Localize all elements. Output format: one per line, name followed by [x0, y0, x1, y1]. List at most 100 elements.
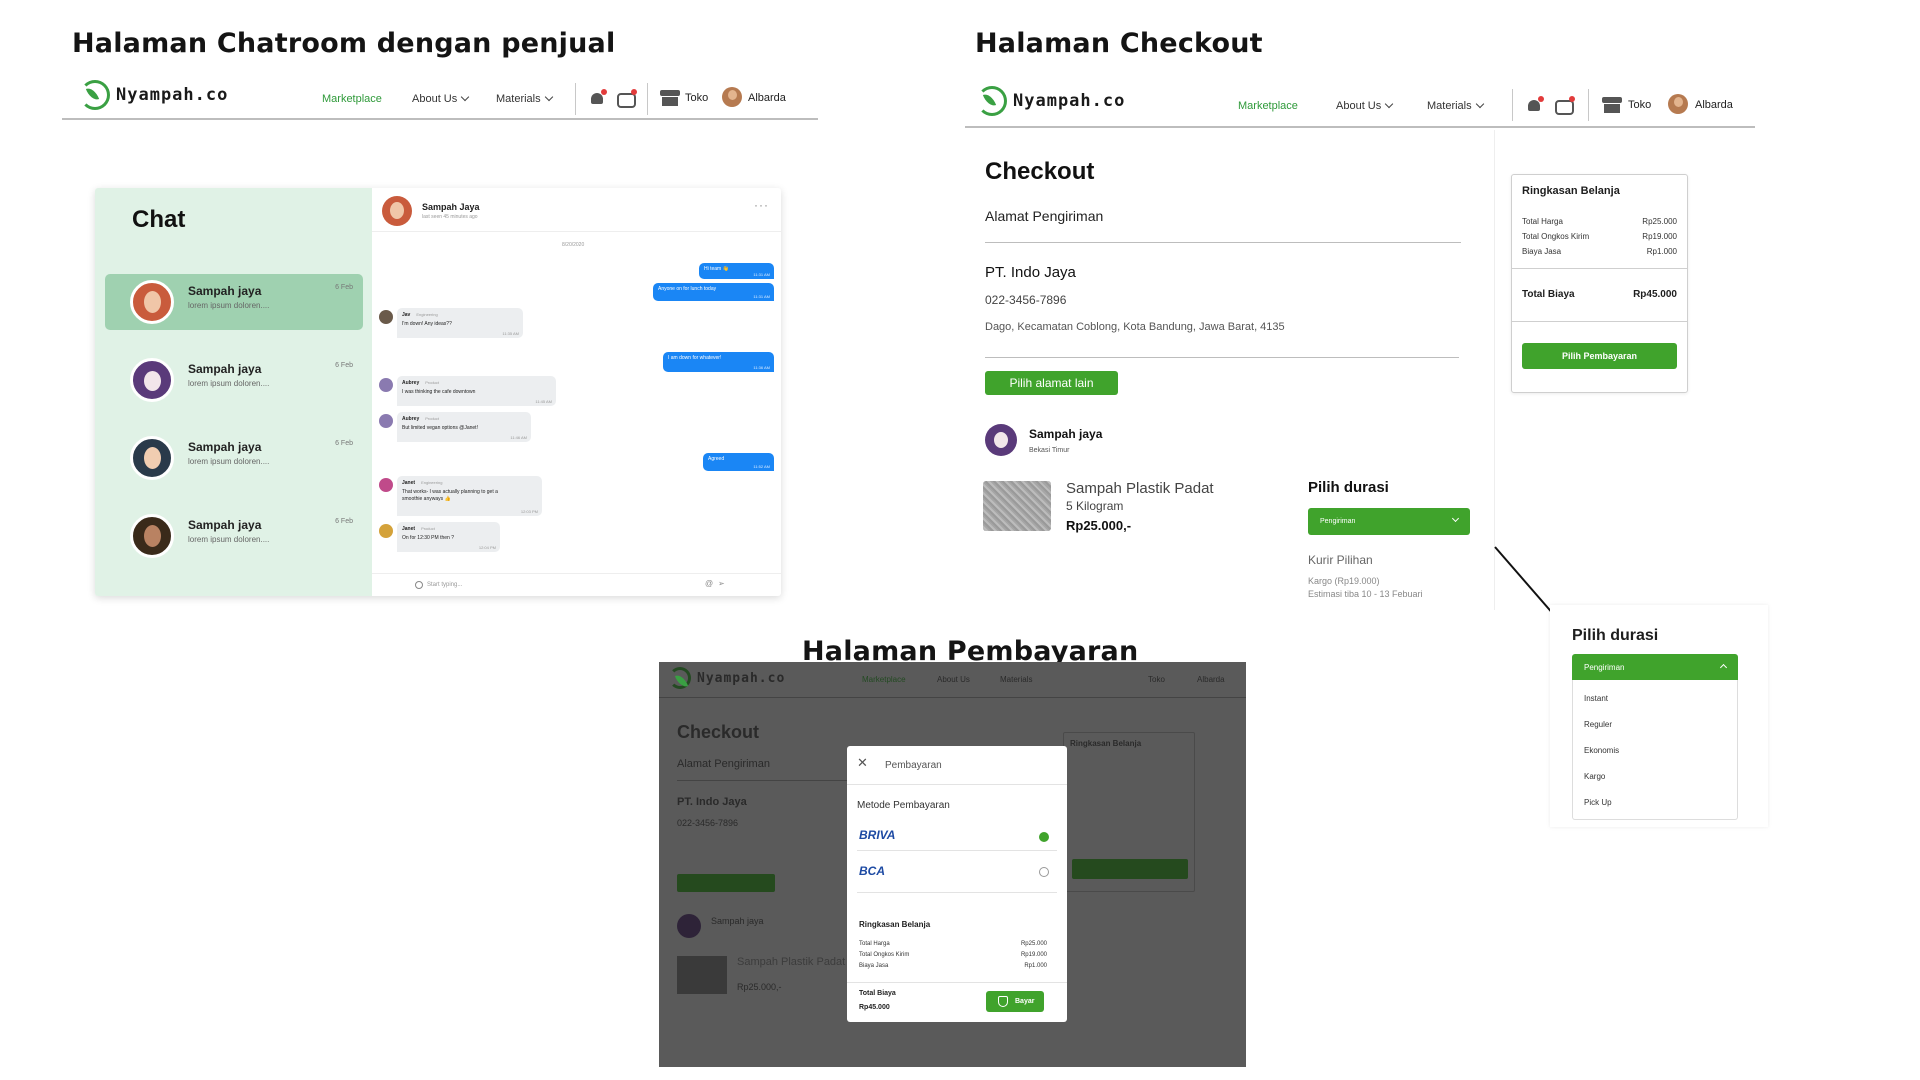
option-ekonomis[interactable]: Ekonomis	[1584, 746, 1619, 755]
nav-about-us[interactable]: About Us	[1336, 99, 1394, 112]
sender-name: Aubrey	[402, 380, 420, 386]
close-icon[interactable]: ✕	[857, 755, 868, 771]
address-label: Alamat Pengiriman	[677, 758, 770, 770]
nav-materials: Materials	[1000, 675, 1033, 684]
sender-name: Aubrey	[402, 416, 420, 422]
conversation-date: 6 Feb	[335, 284, 353, 291]
option-reguler[interactable]: Reguler	[1584, 720, 1612, 729]
logo[interactable]: Nyampah.co	[977, 86, 1125, 116]
shipping-dropdown[interactable]: Pengiriman	[1572, 654, 1738, 680]
avatar	[130, 358, 174, 402]
summary-value: Rp19.000	[1020, 952, 1047, 958]
chevron-down-icon	[461, 92, 470, 102]
emoji-icon[interactable]	[415, 581, 423, 589]
store-icon[interactable]	[660, 90, 680, 106]
chat-icon[interactable]	[1555, 96, 1575, 115]
nav-marketplace[interactable]: Marketplace	[1238, 100, 1298, 112]
nav-materials-label: Materials	[496, 93, 541, 105]
navbar-checkout: Nyampah.co Marketplace About Us Material…	[965, 86, 1755, 128]
sender-role: Engineering	[421, 480, 443, 485]
avatar	[379, 478, 393, 492]
chat-last-seen: last seen 45 minutes ago	[422, 214, 478, 220]
radio-bca[interactable]	[1039, 867, 1049, 877]
sender-name: Jav	[402, 312, 411, 318]
option-instant[interactable]: Instant	[1584, 694, 1608, 703]
message-incoming: Aubrey Product I was thinking the cafe dow…	[397, 376, 556, 406]
radio-briva[interactable]	[1039, 832, 1049, 842]
summary-row: Total Ongkos Kirim Rp19.000	[859, 952, 1047, 958]
message-composer[interactable]: Start typing... @ ➢	[372, 573, 781, 596]
summary-value: Rp25.000	[1642, 217, 1677, 226]
nav-materials[interactable]: Materials	[1427, 99, 1484, 112]
pay-button[interactable]: Bayar	[986, 991, 1044, 1012]
company-name: PT. Indo Jaya	[985, 264, 1076, 281]
nav-username[interactable]: Albarda	[1695, 99, 1733, 111]
nav-store[interactable]: Toko	[685, 92, 708, 104]
courier-eta: Estimasi tiba 10 - 13 Febuari	[1308, 589, 1423, 599]
logo-text: Nyampah.co	[116, 85, 229, 105]
mention-icon[interactable]: @	[705, 579, 713, 588]
summary-label: Biaya Jasa	[1522, 247, 1562, 256]
conversation-preview: lorem ipsum doloren....	[188, 535, 270, 544]
chat-panel: Sampah Jaya last seen 45 minutes ago ···…	[372, 188, 781, 596]
conversation-item[interactable]: Sampah jaya lorem ipsum doloren.... 6 Fe…	[105, 352, 363, 408]
nav-marketplace[interactable]: Marketplace	[322, 93, 382, 105]
chevron-down-icon	[1385, 99, 1394, 109]
summary-total: Total Biaya Rp45.000	[1522, 289, 1677, 300]
avatar[interactable]	[722, 87, 742, 107]
leaf-logo-icon	[669, 667, 691, 689]
product-price: Rp25.000,-	[1066, 518, 1132, 533]
conversation-item[interactable]: Sampah jaya lorem ipsum doloren.... 6 Fe…	[105, 508, 363, 564]
option-pick-up[interactable]: Pick Up	[1584, 798, 1612, 807]
conversation-item[interactable]: Sampah jaya lorem ipsum doloren.... 6 Fe…	[105, 430, 363, 486]
divider	[847, 784, 1067, 785]
logo[interactable]: Nyampah.co	[80, 80, 228, 110]
summary-row: Total Harga Rp25.000	[1522, 217, 1677, 226]
nav-about-us[interactable]: About Us	[412, 92, 470, 105]
bell-icon[interactable]	[1527, 96, 1544, 114]
seller-name: Sampah jaya	[711, 916, 764, 926]
leaf-logo-icon	[977, 86, 1007, 116]
summary-label: Total Harga	[859, 941, 890, 947]
store-icon[interactable]	[1602, 97, 1622, 113]
duration-title: Pilih durasi	[1572, 627, 1659, 644]
bank-bca[interactable]: BCA	[859, 864, 885, 878]
conversation-item[interactable]: Sampah jaya lorem ipsum doloren.... 6 Fe…	[105, 274, 363, 330]
send-icon[interactable]: ➢	[718, 579, 725, 588]
nav-divider	[1512, 89, 1513, 121]
avatar[interactable]	[1668, 94, 1688, 114]
nav-username[interactable]: Albarda	[748, 92, 786, 104]
sender-role: Engineering	[416, 312, 438, 317]
message-incoming: Janet Engineering That works- I was actual…	[397, 476, 542, 516]
sender-role: Product	[425, 416, 440, 421]
duration-title: Pilih durasi	[1308, 479, 1389, 496]
more-options-icon[interactable]: ···	[754, 198, 769, 212]
conversation-preview: lorem ipsum doloren....	[188, 457, 270, 466]
nav-store[interactable]: Toko	[1628, 99, 1651, 111]
payment-modal: ✕ Pembayaran Metode Pembayaran BRIVA BCA…	[847, 746, 1067, 1022]
conversation-name: Sampah jaya	[188, 362, 262, 376]
conversation-name: Sampah jaya	[188, 440, 262, 454]
bell-icon[interactable]	[590, 89, 607, 107]
message-time: 12:04 PM	[478, 545, 496, 550]
logo-text: Nyampah.co	[1013, 91, 1126, 111]
other-address-button[interactable]: Pilih alamat lain	[985, 371, 1118, 395]
nav-materials[interactable]: Materials	[496, 92, 553, 105]
choose-payment-button[interactable]: Pilih Pembayaran	[1522, 343, 1677, 369]
message-time: 11:36 AM	[753, 365, 770, 370]
nav-about-label: About Us	[412, 93, 458, 105]
checkout-title: Checkout	[677, 722, 760, 742]
total-value: Rp45.000	[859, 1004, 890, 1011]
shipping-address: Dago, Kecamatan Coblong, Kota Bandung, J…	[985, 321, 1285, 333]
summary-value: Rp1.000	[1646, 247, 1677, 256]
chevron-down-icon	[1475, 99, 1484, 109]
checkout-title: Checkout	[985, 158, 1095, 185]
message-input[interactable]: Start typing...	[427, 582, 462, 588]
option-kargo[interactable]: Kargo	[1584, 772, 1605, 781]
divider	[677, 780, 857, 781]
chat-icon[interactable]	[617, 89, 637, 108]
message-text: Hi team 👋	[704, 266, 729, 272]
message-text: Agreed	[708, 456, 725, 462]
bank-briva[interactable]: BRIVA	[859, 828, 895, 842]
shipping-dropdown[interactable]: Pengiriman	[1308, 508, 1470, 535]
